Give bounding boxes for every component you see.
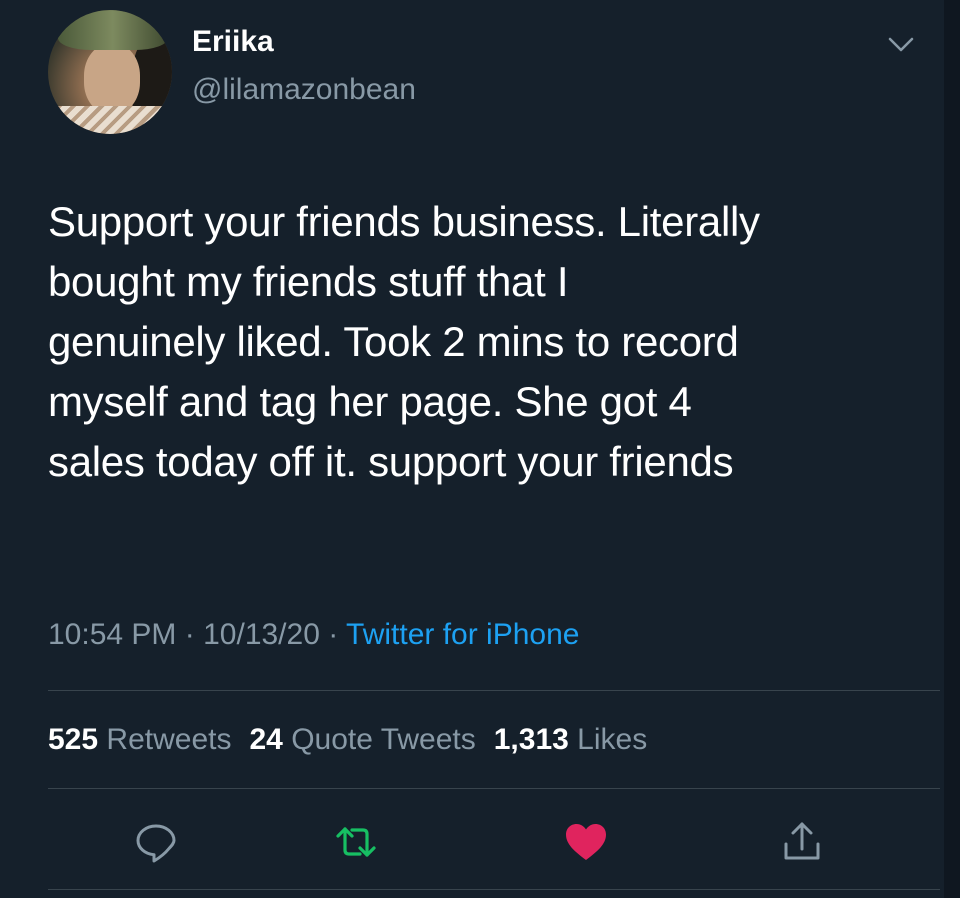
tweet-time: 10:54 PM [48,618,177,651]
retweets-label: Retweets [106,723,232,756]
avatar[interactable] [48,10,172,134]
tweet-date[interactable]: 10/13/20 [203,618,320,651]
tweet-card: Eriika @lilamazonbean Support your frien… [0,0,944,898]
quotes-label: Quote Tweets [291,723,476,756]
tweet-source-link[interactable]: Twitter for iPhone [346,618,579,651]
tweet-stats: 525 Retweets 24 Quote Tweets 1,313 Likes [48,720,647,760]
display-name[interactable]: Eriika [192,24,274,60]
user-handle[interactable]: @lilamazonbean [192,72,416,108]
tweet-text: Support your friends business. Literally… [48,198,760,485]
likes-count: 1,313 [493,723,569,756]
retweets-stat[interactable]: 525 Retweets [48,723,231,756]
reply-icon[interactable] [132,818,180,866]
share-icon[interactable] [778,818,826,866]
retweets-count: 525 [48,723,99,756]
meta-separator: · [328,618,339,651]
retweet-icon[interactable] [332,818,380,866]
meta-separator: · [184,618,195,651]
divider [48,788,940,789]
heart-icon[interactable] [562,818,610,866]
chevron-down-icon[interactable] [886,32,916,56]
likes-label: Likes [577,723,648,756]
likes-stat[interactable]: 1,313 Likes [494,723,647,756]
divider [48,690,940,691]
quotes-count: 24 [249,723,283,756]
scrollbar-track [944,0,960,898]
quotes-stat[interactable]: 24 Quote Tweets [249,723,475,756]
tweet-meta: 10:54 PM · 10/13/20 · Twitter for iPhone [48,615,579,655]
divider [48,889,940,890]
